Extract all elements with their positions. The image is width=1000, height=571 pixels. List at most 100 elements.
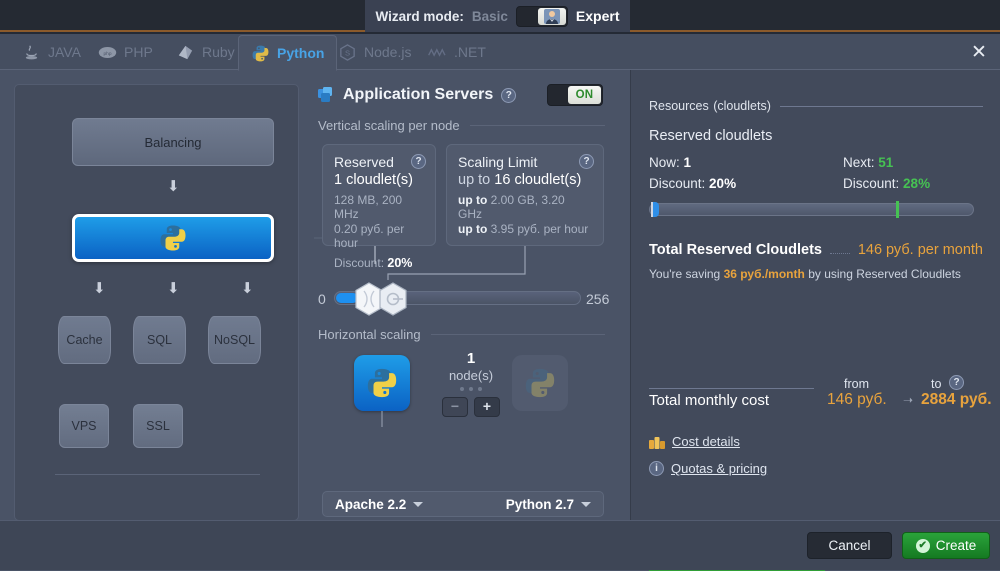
slider-min-label: 0: [318, 291, 326, 307]
tab-label: .NET: [454, 44, 486, 60]
topology-node-ssl[interactable]: SSL: [133, 404, 183, 448]
wizard-mode-toggle[interactable]: [515, 5, 568, 27]
value: 3.95 руб. per hour: [490, 222, 589, 236]
topology-node-cache[interactable]: Cache: [58, 316, 111, 364]
reserved-cloudlets-slider[interactable]: [649, 201, 974, 218]
node-count-block: 1 node(s) − +: [440, 350, 502, 417]
savings-note: You're saving 36 руб./month by using Res…: [649, 267, 961, 281]
scaling-limit-specs: up to 2.00 GB, 3.20 GHz: [458, 193, 592, 221]
node-count-value: 1: [466, 350, 476, 367]
cloudlets-next: Next: 51: [843, 155, 893, 170]
svg-text:S: S: [345, 48, 350, 57]
scaling-limit-amount: up to 16 cloudlet(s): [458, 172, 592, 188]
node-instance-placeholder[interactable]: [512, 355, 568, 411]
topology-divider: [55, 474, 260, 475]
topology-node-sql[interactable]: SQL: [133, 316, 186, 364]
stack-label: Apache 2.2: [335, 496, 407, 512]
tab-nodejs[interactable]: S Node.js: [326, 34, 423, 70]
reserved-card[interactable]: ? Reserved 1 cloudlet(s) 128 MB, 200 MHz…: [322, 144, 436, 270]
help-icon[interactable]: ?: [949, 375, 964, 390]
slider-current-marker[interactable]: [651, 202, 659, 217]
wizard-mode-switcher[interactable]: Wizard mode: Basic Expert: [365, 0, 630, 32]
tab-python[interactable]: Python: [238, 35, 338, 71]
prefix: up to: [458, 172, 491, 188]
app-servers-toggle[interactable]: ON: [547, 84, 603, 106]
tab-label: Ruby: [202, 44, 235, 60]
resources-header: Resources (cloudlets): [649, 97, 983, 115]
stack-selector-engine[interactable]: Python 2.7: [494, 497, 603, 512]
resources-title: Resources (cloudlets): [649, 97, 771, 115]
arrow-down-icon: ⬇: [167, 279, 180, 297]
node-instance-active[interactable]: [354, 355, 410, 411]
tab-java[interactable]: JAVA: [10, 34, 93, 70]
topology-node-label: Balancing: [144, 134, 202, 150]
help-icon[interactable]: ?: [501, 87, 517, 103]
wizard-mode-basic[interactable]: Basic: [472, 9, 508, 24]
help-icon[interactable]: ?: [411, 154, 426, 169]
stack-selector-server[interactable]: Apache 2.2: [323, 497, 435, 512]
node-count-dots: [440, 387, 502, 391]
discount-now: Discount: 20%: [649, 176, 736, 191]
value: 16 cloudlet(s): [494, 172, 582, 188]
user-avatar-icon: [537, 7, 566, 25]
app-servers-header: Application Servers ? ON: [318, 84, 603, 106]
scaling-limit-title: Scaling Limit: [458, 154, 538, 170]
slider-handle-limit[interactable]: [378, 282, 408, 316]
window-body: Balancing ⬇ ⬇ ⬇ ⬇ Cache SQL NoSQL VPS SS…: [0, 70, 1000, 571]
main-window: JAVA php PHP Ruby Python S Node.js .NET …: [0, 34, 1000, 571]
arrow-down-icon: ⬇: [93, 279, 106, 297]
scaling-limit-card[interactable]: ? Scaling Limit up to 16 cloudlet(s) up …: [446, 144, 604, 246]
topology-node-balancing[interactable]: Balancing: [72, 118, 274, 166]
scaling-limit-price: up to 3.95 руб. per hour: [458, 222, 592, 236]
next-value: 51: [878, 155, 894, 170]
savings-post: by using Reserved Cloudlets: [808, 267, 961, 281]
topology-node-label: Cache: [66, 333, 103, 347]
now-value: 1: [683, 155, 692, 170]
layers-icon: [318, 87, 335, 103]
total-monthly-to: 2884 руб.: [921, 391, 992, 408]
discount-next-label: Discount:: [843, 176, 900, 191]
tab-label: Node.js: [364, 44, 412, 60]
java-icon: [25, 44, 38, 59]
total-monthly-label: Total monthly cost: [649, 392, 770, 409]
tab-php[interactable]: php PHP: [86, 34, 165, 70]
cost-details-label[interactable]: Cost details: [672, 434, 740, 449]
php-icon: php: [98, 46, 117, 58]
info-icon: i: [649, 461, 664, 476]
create-button[interactable]: ✔ Create: [902, 532, 990, 559]
to-label: to: [931, 377, 942, 391]
reserved-amount: 1 cloudlet(s): [334, 172, 413, 188]
topology-node-application-server[interactable]: [72, 214, 274, 262]
svg-text:php: php: [104, 50, 112, 56]
tab-ruby[interactable]: Ruby: [164, 34, 247, 70]
cloudlet-slider[interactable]: 0 256: [318, 282, 609, 318]
python-icon: [367, 368, 397, 398]
topology-node-label: SQL: [146, 333, 172, 347]
help-icon[interactable]: ?: [579, 154, 594, 169]
slider-next-marker[interactable]: [896, 201, 899, 218]
close-icon[interactable]: ✕: [968, 42, 990, 64]
wizard-mode-expert[interactable]: Expert: [576, 8, 620, 24]
quotas-pricing-label[interactable]: Quotas & pricing: [671, 461, 767, 476]
tab-dotnet[interactable]: .NET: [416, 34, 498, 70]
coins-icon: [649, 436, 665, 449]
reserved-specs: 128 MB, 200 MHz: [334, 193, 403, 221]
discount-now-label: Discount:: [649, 176, 706, 191]
wizard-mode-label: Wizard mode:: [375, 8, 464, 24]
cancel-button[interactable]: Cancel: [807, 532, 892, 559]
topology-node-vps[interactable]: VPS: [59, 404, 109, 448]
discount-next: Discount: 28%: [843, 176, 930, 191]
chevron-down-icon: [413, 501, 424, 507]
stack-label: Python 2.7: [505, 496, 574, 512]
resources-panel: Resources (cloudlets) Reserved cloudlets…: [630, 70, 1000, 571]
savings-value: 36 руб./month: [723, 267, 805, 281]
arrow-right-icon: ➝: [903, 393, 914, 407]
cost-details-link[interactable]: Cost details: [649, 434, 740, 449]
topology-node-nosql[interactable]: NoSQL: [208, 316, 261, 364]
quotas-pricing-link[interactable]: i Quotas & pricing: [649, 461, 767, 476]
horizontal-scaling-header: Horizontal scaling: [318, 327, 605, 342]
nodejs-icon: S: [340, 43, 355, 61]
python-icon: [160, 225, 186, 251]
vertical-scaling-header: Vertical scaling per node: [318, 118, 605, 133]
tab-label: JAVA: [48, 44, 81, 60]
